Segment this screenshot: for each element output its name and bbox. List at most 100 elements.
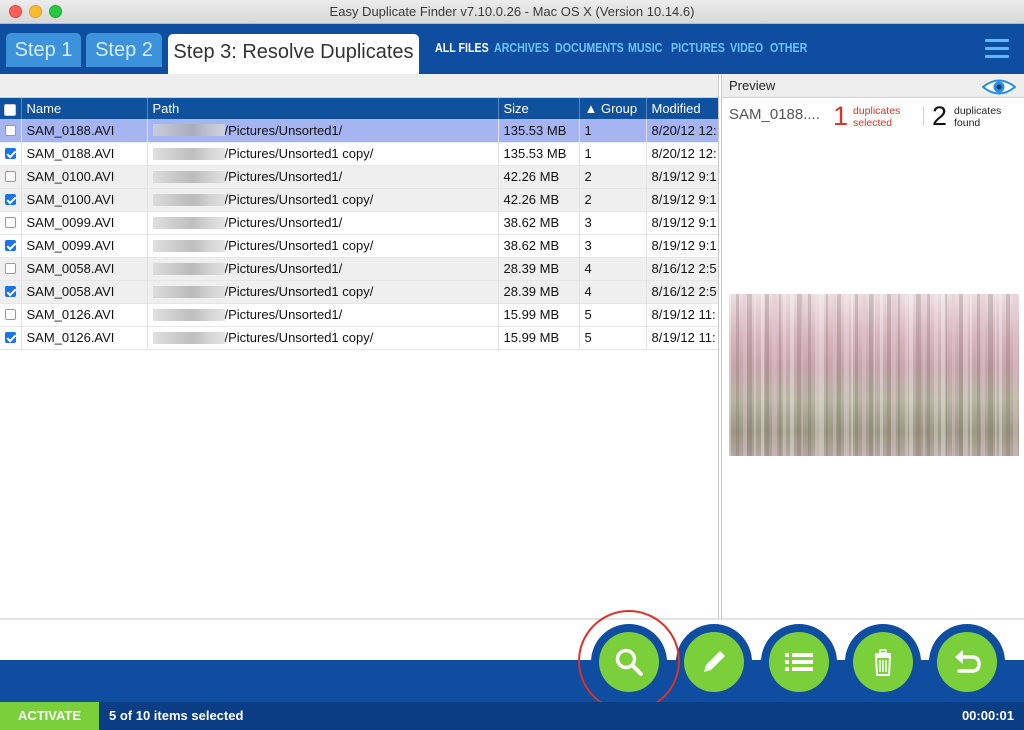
preview-header: Preview xyxy=(722,74,1024,98)
top-navigation: Step 1 Step 2 Step 3: Resolve Duplicates… xyxy=(0,24,1024,74)
row-checkbox[interactable] xyxy=(0,326,22,350)
table-header-row: Name Path Size ▲ Group Modified xyxy=(0,98,719,119)
table-row[interactable]: SAM_0058.AVI/Pictures/Unsorted1 copy/28.… xyxy=(0,280,719,304)
menu-icon[interactable] xyxy=(985,39,1009,59)
row-size: 15.99 MB xyxy=(498,326,580,350)
row-name: SAM_0188.AVI xyxy=(21,119,148,143)
row-path: /Pictures/Unsorted1/ xyxy=(147,211,499,235)
column-header-modified[interactable]: Modified xyxy=(646,98,719,119)
row-checkbox[interactable] xyxy=(0,211,22,235)
row-modified: 8/16/12 2:5 xyxy=(646,280,719,304)
row-modified: 8/19/12 9:1 xyxy=(646,165,719,189)
row-name: SAM_0058.AVI xyxy=(21,280,148,304)
table-row[interactable]: SAM_0126.AVI/Pictures/Unsorted1 copy/15.… xyxy=(0,326,719,350)
table-row[interactable]: SAM_0100.AVI/Pictures/Unsorted1/42.26 MB… xyxy=(0,165,719,189)
highlight-circle xyxy=(578,610,680,712)
row-group: 5 xyxy=(579,303,647,327)
row-group: 5 xyxy=(579,326,647,350)
row-group: 3 xyxy=(579,234,647,258)
edit-button[interactable] xyxy=(684,632,744,692)
table-row[interactable]: SAM_0099.AVI/Pictures/Unsorted1/38.62 MB… xyxy=(0,211,719,235)
row-checkbox[interactable] xyxy=(0,188,22,212)
select-all-checkbox[interactable] xyxy=(0,98,22,119)
step-1-tab[interactable]: Step 1 xyxy=(6,33,81,67)
row-name: SAM_0099.AVI xyxy=(21,234,148,258)
elapsed-timer: 00:00:01 xyxy=(961,708,1014,723)
row-checkbox[interactable] xyxy=(0,280,22,304)
redacted-path-prefix xyxy=(152,331,225,344)
column-header-path[interactable]: Path xyxy=(147,98,499,119)
step-2-tab[interactable]: Step 2 xyxy=(86,33,162,67)
table-row[interactable]: SAM_0188.AVI/Pictures/Unsorted1 copy/135… xyxy=(0,142,719,166)
redacted-path-prefix xyxy=(152,170,225,183)
step-3-tab[interactable]: Step 3: Resolve Duplicates xyxy=(168,34,419,74)
redacted-path-prefix xyxy=(152,262,225,275)
row-modified: 8/19/12 9:1 xyxy=(646,211,719,235)
results-table: Name Path Size ▲ Group Modified SAM_0188… xyxy=(0,98,719,618)
row-path: /Pictures/Unsorted1/ xyxy=(147,303,499,327)
preview-pane: SAM_0188.... 1 duplicates selected 2 dupl… xyxy=(722,98,1024,618)
row-size: 15.99 MB xyxy=(498,303,580,327)
filter-all-files[interactable]: ALL FILES xyxy=(435,40,489,55)
preview-filename: SAM_0188.... xyxy=(729,106,820,123)
column-header-group[interactable]: ▲ Group xyxy=(579,98,647,119)
preview-image xyxy=(729,294,1019,456)
delete-button[interactable] xyxy=(853,632,913,692)
filter-music[interactable]: MUSIC xyxy=(628,40,662,55)
maximize-window-button[interactable] xyxy=(49,5,62,18)
found-caption: duplicates found xyxy=(954,105,1002,129)
row-checkbox[interactable] xyxy=(0,165,22,189)
row-group: 3 xyxy=(579,211,647,235)
list-button[interactable] xyxy=(769,632,829,692)
row-path: /Pictures/Unsorted1/ xyxy=(147,119,499,143)
row-size: 135.53 MB xyxy=(498,119,580,143)
filter-video[interactable]: VIDEO xyxy=(730,40,763,55)
row-modified: 8/20/12 12: xyxy=(646,142,719,166)
row-size: 38.62 MB xyxy=(498,234,580,258)
row-modified: 8/19/12 11: xyxy=(646,303,719,327)
redacted-path-prefix xyxy=(152,216,225,229)
row-name: SAM_0100.AVI xyxy=(21,188,148,212)
found-count: 2 xyxy=(932,101,948,131)
table-row[interactable]: SAM_0099.AVI/Pictures/Unsorted1 copy/38.… xyxy=(0,234,719,258)
row-path: /Pictures/Unsorted1 copy/ xyxy=(147,142,499,166)
row-size: 28.39 MB xyxy=(498,257,580,281)
row-modified: 8/19/12 11: xyxy=(646,326,719,350)
eye-icon[interactable] xyxy=(982,78,1016,96)
row-group: 1 xyxy=(579,142,647,166)
row-checkbox[interactable] xyxy=(0,257,22,281)
row-path: /Pictures/Unsorted1 copy/ xyxy=(147,280,499,304)
row-path: /Pictures/Unsorted1/ xyxy=(147,165,499,189)
filter-pictures[interactable]: PICTURES xyxy=(671,40,725,55)
table-row[interactable]: SAM_0058.AVI/Pictures/Unsorted1/28.39 MB… xyxy=(0,257,719,281)
filter-other[interactable]: OTHER xyxy=(770,40,807,55)
table-row[interactable]: SAM_0100.AVI/Pictures/Unsorted1 copy/42.… xyxy=(0,188,719,212)
row-checkbox[interactable] xyxy=(0,142,22,166)
filter-archives[interactable]: ARCHIVES xyxy=(494,40,549,55)
preview-label: Preview xyxy=(729,78,776,93)
row-name: SAM_0099.AVI xyxy=(21,211,148,235)
row-checkbox[interactable] xyxy=(0,119,22,143)
row-path: /Pictures/Unsorted1 copy/ xyxy=(147,188,499,212)
trash-icon xyxy=(874,649,892,676)
column-header-name[interactable]: Name xyxy=(21,98,148,119)
table-row[interactable]: SAM_0188.AVI/Pictures/Unsorted1/135.53 M… xyxy=(0,119,719,143)
row-modified: 8/19/12 9:1 xyxy=(646,188,719,212)
column-header-size[interactable]: Size xyxy=(498,98,580,119)
row-name: SAM_0058.AVI xyxy=(21,257,148,281)
row-group: 2 xyxy=(579,188,647,212)
filter-documents[interactable]: DOCUMENTS xyxy=(555,40,624,55)
window-title: Easy Duplicate Finder v7.10.0.26 - Mac O… xyxy=(329,4,695,19)
row-group: 4 xyxy=(579,257,647,281)
table-row[interactable]: SAM_0126.AVI/Pictures/Unsorted1/15.99 MB… xyxy=(0,303,719,327)
activate-button[interactable]: ACTIVATE xyxy=(0,702,99,730)
undo-button[interactable] xyxy=(937,632,997,692)
status-bar: ACTIVATE 5 of 10 items selected 00:00:01 xyxy=(0,702,1024,730)
row-checkbox[interactable] xyxy=(0,234,22,258)
row-group: 4 xyxy=(579,280,647,304)
close-window-button[interactable] xyxy=(9,5,22,18)
minimize-window-button[interactable] xyxy=(29,5,42,18)
row-checkbox[interactable] xyxy=(0,303,22,327)
redacted-path-prefix xyxy=(152,239,225,252)
selected-count: 1 xyxy=(833,101,849,131)
